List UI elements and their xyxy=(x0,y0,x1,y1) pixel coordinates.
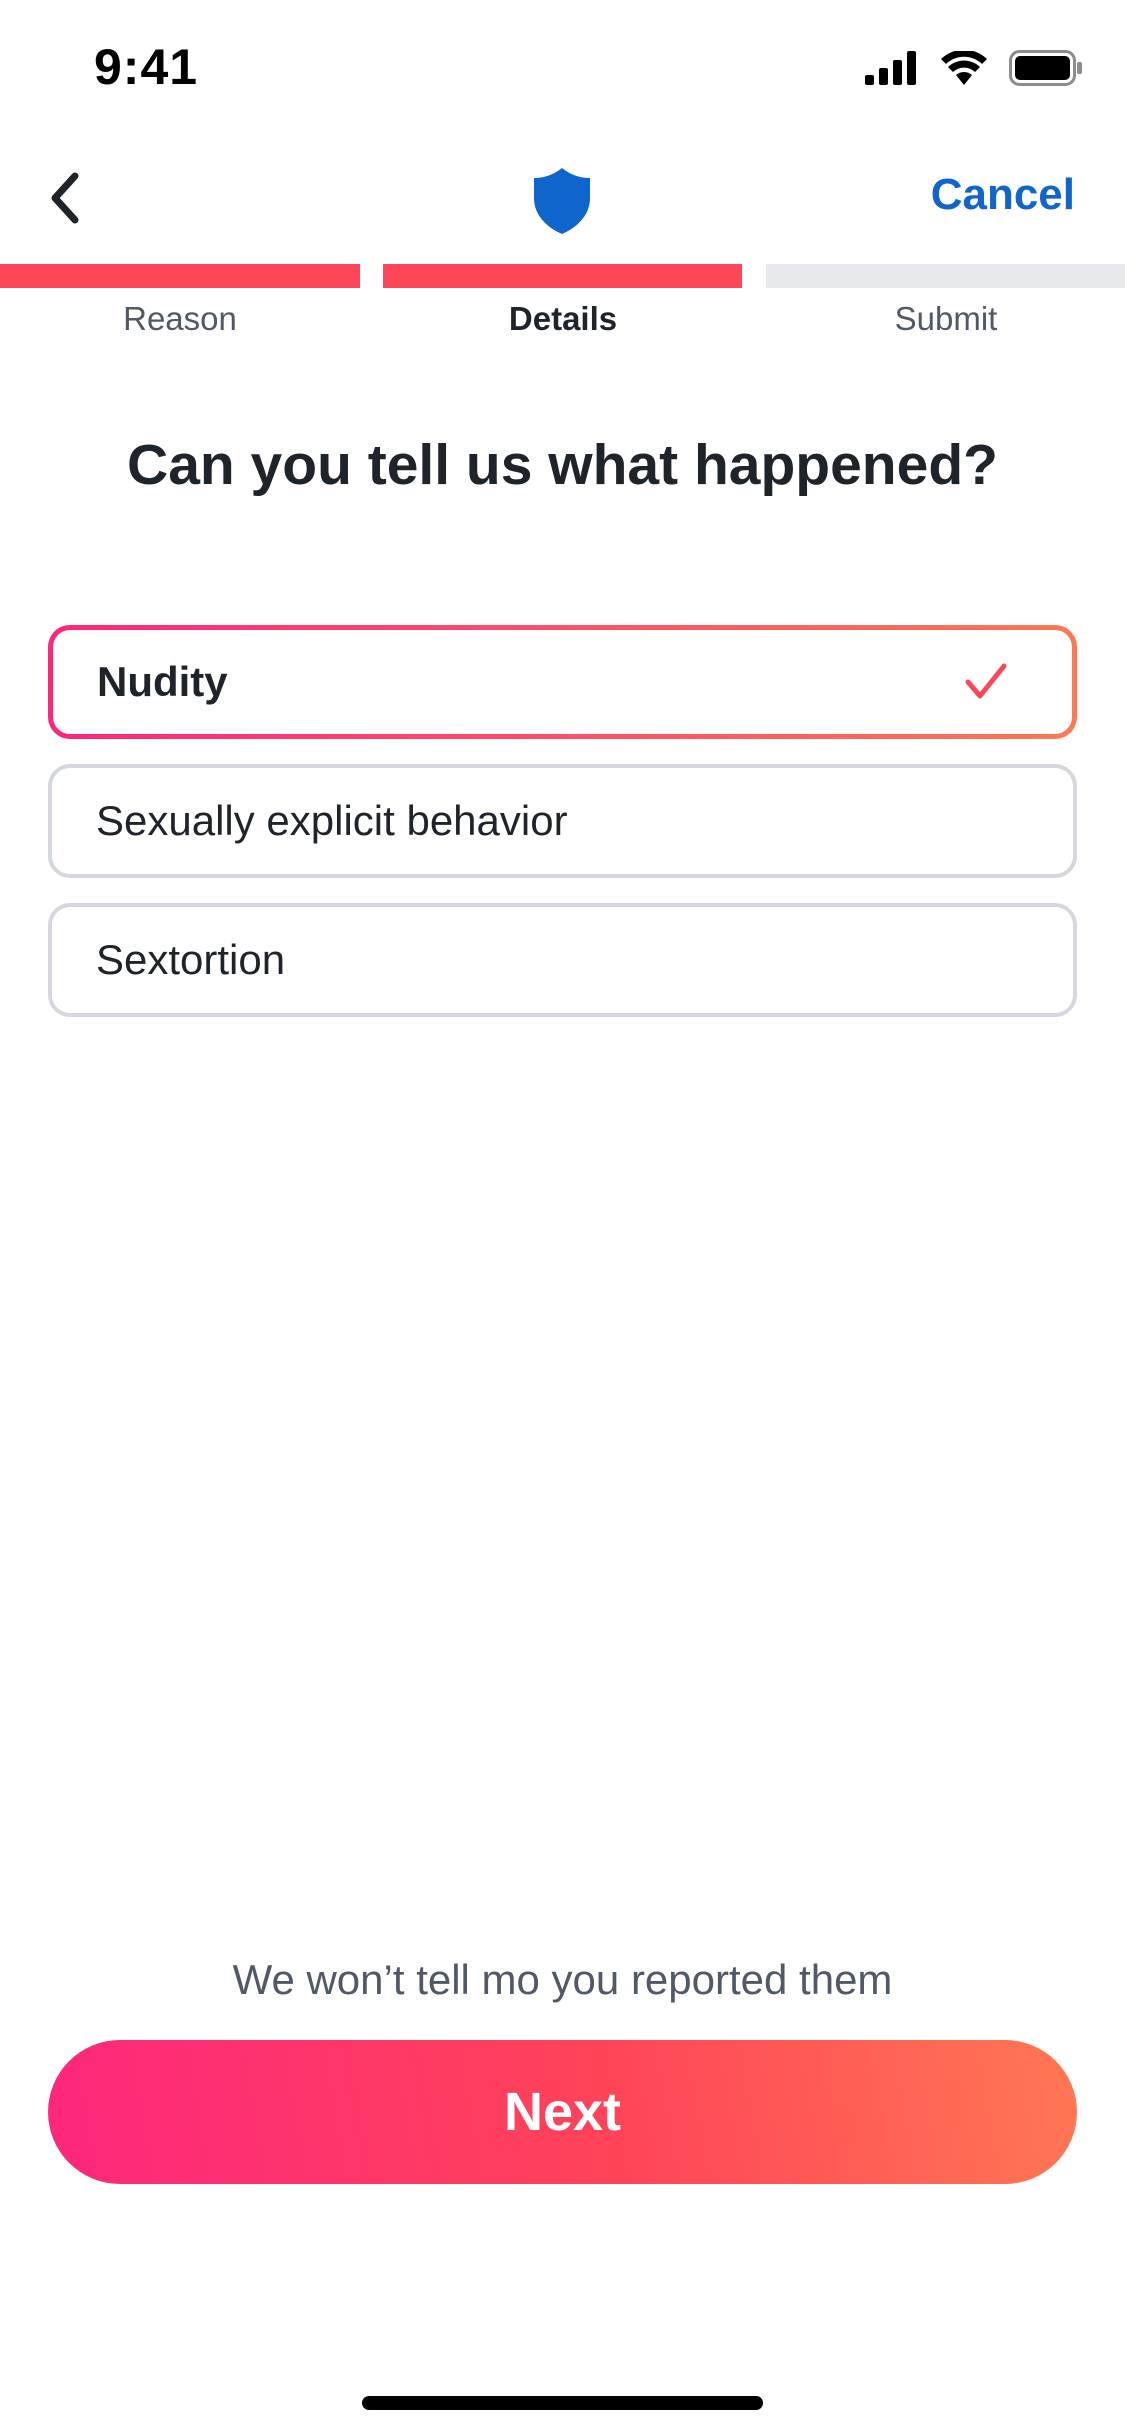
nav-bar: Cancel xyxy=(0,140,1125,260)
privacy-note: We won’t tell mo you reported them xyxy=(232,1956,893,2003)
shield-icon xyxy=(532,166,592,236)
option-nudity[interactable]: Nudity xyxy=(48,625,1077,739)
step-label-reason: Reason xyxy=(123,300,237,337)
cancel-button[interactable]: Cancel xyxy=(931,170,1075,220)
status-icons xyxy=(865,48,1083,92)
back-button[interactable] xyxy=(30,160,100,240)
option-label: Sexually explicit behavior xyxy=(96,797,568,844)
option-sexually-explicit-behavior[interactable]: Sexually explicit behavior xyxy=(48,764,1077,878)
option-label: Nudity xyxy=(97,658,228,705)
progress-segment-details xyxy=(383,264,742,288)
battery-icon xyxy=(1009,49,1083,91)
option-list: Nudity Sexually explicit behavior Sextor… xyxy=(48,625,1077,1042)
progress-bar xyxy=(0,264,1125,288)
progress-segment-reason xyxy=(0,264,360,288)
step-label-submit: Submit xyxy=(894,300,998,337)
progress-labels: Reason Details Submit xyxy=(0,300,1125,350)
checkmark-icon xyxy=(964,662,1008,702)
home-indicator xyxy=(362,2396,763,2410)
page-title: Can you tell us what happened? xyxy=(127,433,998,497)
step-label-details: Details xyxy=(508,300,618,337)
chevron-left-icon xyxy=(45,170,85,231)
cellular-signal-icon xyxy=(865,50,919,90)
status-bar: 9:41 xyxy=(0,0,1125,140)
status-time: 9:41 xyxy=(94,39,199,95)
option-sextortion[interactable]: Sextortion xyxy=(48,903,1077,1017)
next-button[interactable]: Next xyxy=(48,2040,1077,2184)
option-label: Sextortion xyxy=(96,936,286,983)
progress-segment-submit xyxy=(766,264,1125,288)
wifi-icon xyxy=(941,49,987,90)
